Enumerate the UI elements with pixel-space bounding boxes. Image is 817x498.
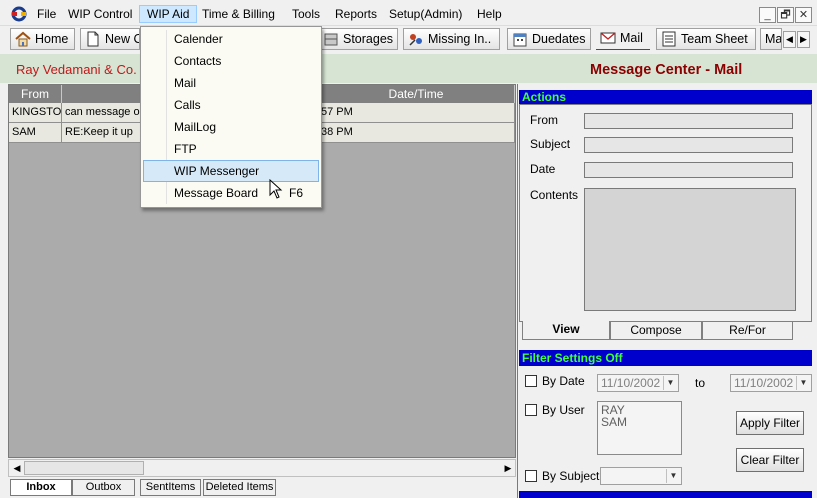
- apply-filter-button[interactable]: Apply Filter: [736, 411, 804, 435]
- column-header-from[interactable]: From: [9, 85, 62, 103]
- tab-outbox[interactable]: Outbox: [72, 479, 135, 496]
- tab-sent-items[interactable]: SentItems: [140, 479, 201, 496]
- mail-icon: [600, 32, 616, 44]
- date-to-select[interactable]: 11/10/2002 ▼: [730, 374, 812, 392]
- contents-field[interactable]: [584, 188, 796, 311]
- menu-file[interactable]: File: [30, 5, 63, 23]
- menu-item-wip-messenger[interactable]: WIP Messenger: [143, 160, 319, 182]
- menu-item-calls[interactable]: Calls: [141, 94, 321, 116]
- app-logo-icon[interactable]: [10, 6, 28, 22]
- page-title: Message Center - Mail: [590, 62, 743, 78]
- cell-datetime: 57 PM: [318, 103, 515, 123]
- menu-item-ftp[interactable]: FTP: [141, 138, 321, 160]
- date-label: Date: [530, 162, 556, 176]
- toolbar-missing-info-button[interactable]: Missing In..: [403, 28, 500, 50]
- toolbar-missing-info-label: Missing In..: [428, 32, 492, 46]
- by-user-checkbox[interactable]: [525, 404, 537, 416]
- menu-reports[interactable]: Reports: [328, 5, 384, 23]
- menu-item-contacts[interactable]: Contacts: [141, 50, 321, 72]
- chevron-down-icon: ▼: [663, 376, 677, 390]
- menu-tools[interactable]: Tools: [285, 5, 327, 23]
- toolbar-scroll-left-button[interactable]: ◀: [783, 31, 796, 48]
- to-label: to: [695, 376, 706, 390]
- toolbar-home-button[interactable]: Home: [10, 28, 75, 50]
- column-header-datetime[interactable]: Date/Time: [318, 85, 515, 103]
- tab-view[interactable]: View: [522, 321, 610, 340]
- tab-compose[interactable]: Compose: [610, 321, 702, 340]
- toolbar-storages-label: Storages: [343, 32, 394, 46]
- toolbar-team-sheet-label: Team Sheet: [681, 32, 748, 46]
- user-list[interactable]: RAY SAM: [597, 401, 682, 455]
- toolbar-mail-label: Mail: [620, 31, 643, 45]
- cell-from: KINGSTO: [9, 103, 62, 123]
- filter-section-header: Filter Settings Off: [519, 350, 812, 366]
- menu-item-maillog[interactable]: MailLog: [141, 116, 321, 138]
- toolbar-scroll-right-button[interactable]: ▶: [797, 31, 810, 48]
- missing-info-icon: [409, 34, 422, 46]
- by-user-label: By User: [542, 403, 585, 417]
- by-subject-label: By Subject: [542, 469, 600, 483]
- toolbar-duedates-button[interactable]: Duedates: [507, 28, 591, 50]
- toolbar-team-sheet-button[interactable]: Team Sheet: [656, 28, 756, 50]
- subject-label: Subject: [530, 137, 571, 151]
- subject-field[interactable]: [584, 137, 793, 153]
- clear-filter-button[interactable]: Clear Filter: [736, 448, 804, 472]
- date-from-value: 11/10/2002: [601, 376, 661, 390]
- toolbar-home-label: Home: [35, 32, 69, 46]
- grid-scroll-thumb[interactable]: [24, 461, 144, 475]
- home-icon: [15, 31, 31, 47]
- toolbar-new-label: New C: [105, 32, 140, 46]
- chevron-down-icon: ▼: [666, 469, 680, 483]
- date-from-select[interactable]: 11/10/2002 ▼: [597, 374, 679, 392]
- toolbar-more-label: Ma: [765, 32, 782, 46]
- toolbar-duedates-label: Duedates: [532, 32, 586, 46]
- tab-inbox[interactable]: Inbox: [10, 479, 72, 496]
- toolbar-new-button[interactable]: New C: [80, 28, 140, 50]
- toolbar-storages-button[interactable]: Storages: [318, 28, 398, 50]
- subject-select[interactable]: ▼: [600, 467, 682, 485]
- cell-datetime: 38 PM: [318, 123, 515, 143]
- contents-label: Contents: [530, 188, 579, 202]
- menu-item-calender[interactable]: Calender: [141, 28, 321, 50]
- tab-deleted-items[interactable]: Deleted Items: [203, 479, 276, 496]
- calendar-icon: [513, 33, 527, 47]
- close-button[interactable]: ✕: [795, 7, 812, 23]
- date-to-value: 11/10/2002: [734, 376, 794, 390]
- scroll-left-arrow-icon[interactable]: ◀: [10, 462, 24, 474]
- menu-wip-aid[interactable]: WIP Aid: [139, 5, 198, 23]
- by-date-label: By Date: [542, 374, 585, 388]
- by-subject-checkbox[interactable]: [525, 470, 537, 482]
- team-sheet-icon: [662, 31, 676, 47]
- shortcut-f6: F6: [289, 186, 304, 200]
- from-field[interactable]: [584, 113, 793, 129]
- date-field[interactable]: [584, 162, 793, 178]
- menu-setup-admin[interactable]: Setup(Admin): [382, 5, 469, 23]
- restore-button[interactable]: 🗗: [777, 7, 794, 23]
- list-item[interactable]: SAM: [601, 416, 678, 428]
- tab-re-for[interactable]: Re/For: [702, 321, 793, 340]
- section-header-partial: [519, 491, 812, 498]
- minimize-button[interactable]: _: [759, 7, 776, 23]
- menu-time-billing[interactable]: Time & Billing: [195, 5, 282, 23]
- toolbar-more-button[interactable]: Ma: [760, 28, 782, 50]
- scroll-right-arrow-icon[interactable]: ▶: [501, 462, 515, 474]
- by-date-checkbox[interactable]: [525, 375, 537, 387]
- menu-item-mail[interactable]: Mail: [141, 72, 321, 94]
- chevron-down-icon: ▼: [796, 376, 810, 390]
- toolbar-mail-button[interactable]: Mail: [596, 28, 650, 50]
- storage-icon: [324, 33, 338, 46]
- menu-wip-control[interactable]: WIP Control: [61, 5, 139, 23]
- menu-help[interactable]: Help: [470, 5, 509, 23]
- mouse-cursor-icon: [269, 179, 283, 199]
- company-name: Ray Vedamani & Co.: [16, 62, 137, 77]
- actions-section-header: Actions: [519, 90, 812, 104]
- cell-from: SAM: [9, 123, 62, 143]
- from-label: From: [530, 113, 558, 127]
- new-document-icon: [87, 31, 99, 47]
